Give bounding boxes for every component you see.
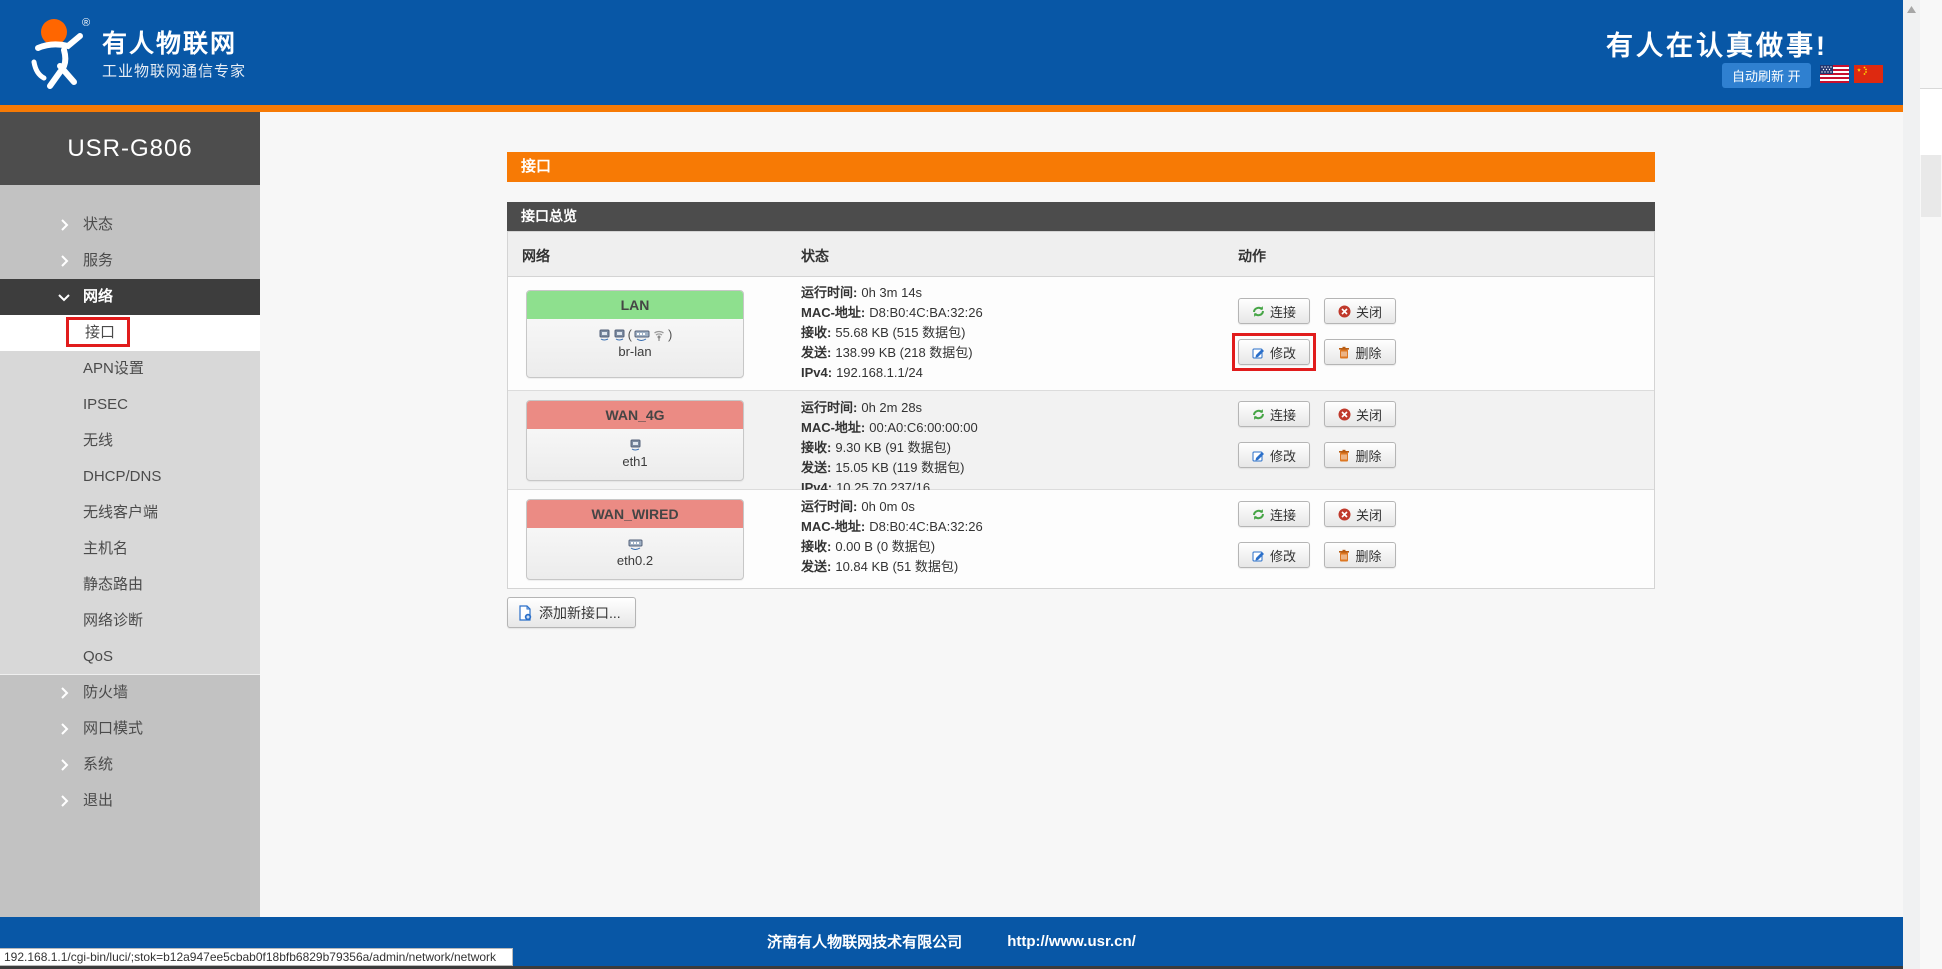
connect-button[interactable]: 连接 <box>1238 501 1310 527</box>
device-name: eth1 <box>527 454 743 469</box>
sidebar-item-qos[interactable]: QoS <box>0 639 260 675</box>
chevron-right-icon <box>61 219 69 231</box>
refresh-icon <box>1252 408 1265 421</box>
sidebar-item-port-mode[interactable]: 网口模式 <box>0 711 260 747</box>
sidebar-item-network[interactable]: 网络 <box>0 279 260 315</box>
ethernet-port-icon <box>628 537 643 550</box>
edit-pencil-icon <box>1252 549 1265 562</box>
edit-button[interactable]: 修改 <box>1238 542 1310 568</box>
cn-flag-icon[interactable] <box>1854 65 1883 83</box>
stop-button[interactable]: 关闭 <box>1324 401 1396 427</box>
sidebar-item-ipsec[interactable]: IPSEC <box>0 387 260 423</box>
switch-icon <box>634 328 650 341</box>
sidebar-item-wireless[interactable]: 无线 <box>0 423 260 459</box>
brand-subtitle: 工业物联网通信专家 <box>102 60 246 81</box>
trash-icon <box>1338 449 1350 462</box>
network-zone-box-wan-wired[interactable]: WAN_WIRED eth0.2 <box>526 499 744 580</box>
sidebar-item-logout[interactable]: 退出 <box>0 783 260 819</box>
us-flag-icon[interactable] <box>1820 65 1849 83</box>
ethernet-port-icon <box>598 328 611 341</box>
sidebar-item-diagnostics[interactable]: 网络诊断 <box>0 603 260 639</box>
trash-icon <box>1338 346 1350 359</box>
app-header: ® 有人物联网 工业物联网通信专家 有人在认真做事! 自动刷新 开 <box>0 0 1903 105</box>
delete-button[interactable]: 删除 <box>1324 442 1396 468</box>
status-block: 运行时间:0h 0m 0s MAC-地址:D8:B0:4C:BA:32:26 接… <box>801 497 983 577</box>
scrollbar-thumb[interactable] <box>1921 155 1941 217</box>
sidebar-item-hostname[interactable]: 主机名 <box>0 531 260 567</box>
network-zone-box-lan[interactable]: LAN ( ) br-lan <box>526 290 744 378</box>
sidebar-nav: USR-G806 状态 服务 网络 接口 APN设置 IPSEC 无线 DHCP… <box>0 112 260 917</box>
sidebar-item-dhcp-dns[interactable]: DHCP/DNS <box>0 459 260 495</box>
stop-icon <box>1338 408 1351 421</box>
ethernet-port-icon <box>629 438 642 451</box>
scroll-up-arrow-icon[interactable] <box>1907 6 1916 13</box>
table-header-row: 网络 状态 动作 <box>508 232 1654 277</box>
header-slogan: 有人在认真做事! <box>1606 24 1828 63</box>
chevron-right-icon <box>61 255 69 267</box>
svg-text:®: ® <box>82 17 90 29</box>
stop-icon <box>1338 508 1351 521</box>
col-header-actions: 动作 <box>1238 246 1266 266</box>
col-header-network: 网络 <box>522 246 550 266</box>
selected-item-highlight: 接口 <box>66 317 130 347</box>
section-title: 接口总览 <box>507 202 1655 231</box>
connect-button[interactable]: 连接 <box>1238 298 1310 324</box>
chevron-down-icon <box>58 294 70 302</box>
browser-scrollbar[interactable] <box>1920 0 1942 969</box>
footer-website-link[interactable]: http://www.usr.cn/ <box>1007 933 1136 950</box>
sidebar-item-apn[interactable]: APN设置 <box>0 351 260 387</box>
delete-button[interactable]: 删除 <box>1324 339 1396 365</box>
chevron-right-icon <box>61 759 69 771</box>
sidebar-item-firewall[interactable]: 防火墙 <box>0 675 260 711</box>
refresh-icon <box>1252 305 1265 318</box>
sidebar-item-status[interactable]: 状态 <box>0 207 260 243</box>
device-name: eth0.2 <box>527 553 743 568</box>
status-block: 运行时间:0h 2m 28s MAC-地址:00:A0:C6:00:00:00 … <box>801 398 978 498</box>
ethernet-port-icon <box>613 328 626 341</box>
table-row-lan: LAN ( ) br-lan 运行时间:0h 3m 14s MAC-地址:D8:… <box>508 277 1654 391</box>
stop-button[interactable]: 关闭 <box>1324 298 1396 324</box>
device-name: br-lan <box>527 344 743 359</box>
table-row-wan-wired: WAN_WIRED eth0.2 运行时间:0h 0m 0s MAC-地址:D8… <box>508 490 1654 588</box>
chevron-right-icon <box>61 795 69 807</box>
trash-icon <box>1338 549 1350 562</box>
brand-title: 有人物联网 <box>102 24 237 60</box>
footer-company: 济南有人物联网技术有限公司 <box>767 931 962 952</box>
col-header-status: 状态 <box>801 246 829 266</box>
refresh-icon <box>1252 508 1265 521</box>
page-title: 接口 <box>507 152 1655 182</box>
device-title: USR-G806 <box>0 112 260 185</box>
main-content: 接口 接口总览 网络 状态 动作 LAN ( ) <box>260 112 1903 917</box>
header-accent-bar <box>0 105 1903 112</box>
edit-button[interactable]: 修改 <box>1238 442 1310 468</box>
interface-table: 网络 状态 动作 LAN ( ) br-lan <box>507 231 1655 589</box>
stop-icon <box>1338 305 1351 318</box>
zone-badge: LAN <box>527 291 743 319</box>
sidebar-item-system[interactable]: 系统 <box>0 747 260 783</box>
sidebar-item-services[interactable]: 服务 <box>0 243 260 279</box>
edit-pencil-icon <box>1252 346 1265 359</box>
delete-button[interactable]: 删除 <box>1324 542 1396 568</box>
chevron-right-icon <box>61 723 69 735</box>
stop-button[interactable]: 关闭 <box>1324 501 1396 527</box>
browser-status-url: 192.168.1.1/cgi-bin/luci/;stok=b12a947ee… <box>0 948 513 966</box>
zone-badge: WAN_WIRED <box>527 500 743 528</box>
status-block: 运行时间:0h 3m 14s MAC-地址:D8:B0:4C:BA:32:26 … <box>801 283 983 383</box>
add-page-icon <box>518 605 532 621</box>
chevron-right-icon <box>61 687 69 699</box>
usr-person-logo-icon: ® <box>24 14 96 90</box>
table-row-wan-4g: WAN_4G eth1 运行时间:0h 2m 28s MAC-地址:00:A0:… <box>508 391 1654 490</box>
edit-button[interactable]: 修改 <box>1238 339 1310 365</box>
edit-pencil-icon <box>1252 449 1265 462</box>
connect-button[interactable]: 连接 <box>1238 401 1310 427</box>
add-interface-button[interactable]: 添加新接口... <box>507 597 636 628</box>
network-zone-box-wan-4g[interactable]: WAN_4G eth1 <box>526 400 744 481</box>
page-scrollbar[interactable] <box>1903 0 1920 969</box>
sidebar-item-interfaces[interactable]: 接口 <box>0 315 260 351</box>
sidebar-item-static-routes[interactable]: 静态路由 <box>0 567 260 603</box>
auto-refresh-toggle[interactable]: 自动刷新 开 <box>1722 63 1811 88</box>
sidebar-item-wifi-client[interactable]: 无线客户端 <box>0 495 260 531</box>
wifi-icon <box>652 328 666 341</box>
zone-badge: WAN_4G <box>527 401 743 429</box>
